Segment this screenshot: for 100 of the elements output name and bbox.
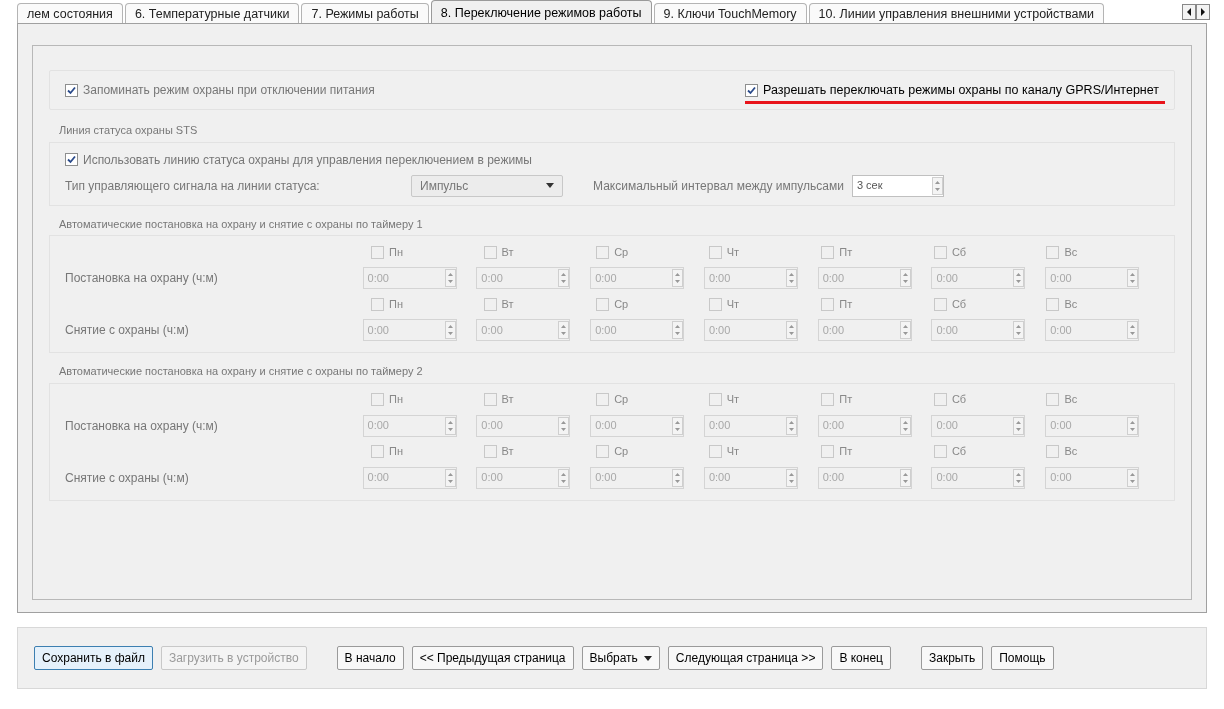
time-spinbox[interactable]: 0:00	[1045, 414, 1140, 437]
tab[interactable]: лем состояния	[17, 3, 123, 23]
time-spinbox[interactable]: 0:00	[931, 267, 1026, 289]
checkbox[interactable]	[933, 245, 947, 259]
spin-arrows-icon[interactable]	[672, 468, 684, 487]
time-spinbox[interactable]: 0:00	[931, 319, 1026, 341]
spin-arrows-icon[interactable]	[558, 416, 570, 435]
time-spinbox[interactable]: 0:00	[817, 414, 912, 437]
spin-arrows-icon[interactable]	[899, 269, 911, 287]
spin-arrows-icon[interactable]	[1013, 468, 1025, 487]
time-spinbox[interactable]: 0:00	[703, 319, 798, 341]
checkbox[interactable]	[821, 245, 835, 259]
time-spinbox[interactable]: 0:00	[362, 267, 457, 289]
spin-arrows-icon[interactable]	[785, 416, 797, 435]
spin-arrows-icon[interactable]	[1127, 416, 1139, 435]
checkbox[interactable]	[371, 297, 384, 311]
time-spinbox[interactable]: 0:00	[476, 466, 571, 489]
time-spinbox[interactable]: 0:00	[590, 319, 685, 341]
checkbox[interactable]	[65, 153, 78, 166]
spin-arrows-icon[interactable]	[899, 321, 911, 339]
action-button[interactable]: В начало	[336, 646, 404, 670]
spin-arrows-icon[interactable]	[899, 416, 911, 435]
time-spinbox[interactable]: 0:00	[362, 319, 457, 341]
time-spinbox[interactable]: 0:00	[362, 466, 457, 489]
spin-arrows-icon[interactable]	[785, 269, 797, 287]
checkbox[interactable]	[1046, 445, 1060, 458]
spin-arrows-icon[interactable]	[785, 321, 797, 339]
spin-arrows-icon[interactable]	[1013, 269, 1025, 287]
checkbox[interactable]	[1046, 245, 1060, 259]
checkbox[interactable]	[933, 445, 947, 458]
time-spinbox[interactable]: 0:00	[362, 414, 457, 437]
checkbox[interactable]	[596, 445, 610, 458]
time-spinbox[interactable]: 0:00	[476, 267, 571, 289]
spin-arrows-icon[interactable]	[558, 468, 570, 487]
checkbox[interactable]	[371, 445, 384, 458]
checkbox[interactable]	[483, 445, 497, 458]
checkbox[interactable]	[708, 245, 722, 259]
spin-arrows-icon[interactable]	[444, 468, 456, 487]
checkbox[interactable]	[821, 445, 835, 458]
tab-scroll-arrows-icon[interactable]	[1182, 4, 1210, 20]
spin-arrows-icon[interactable]	[444, 321, 456, 339]
action-button[interactable]: << Предыдущая страница	[411, 646, 574, 670]
time-spinbox[interactable]: 0:00	[476, 414, 571, 437]
checkbox[interactable]	[483, 245, 497, 259]
spin-arrows-icon[interactable]	[444, 269, 456, 287]
checkbox[interactable]	[1046, 297, 1060, 311]
tab[interactable]: 7. Режимы работы	[301, 3, 429, 23]
checkbox[interactable]	[708, 445, 722, 458]
checkbox[interactable]	[933, 393, 947, 406]
checkbox[interactable]	[745, 83, 758, 97]
time-spinbox[interactable]: 0:00	[1045, 319, 1140, 341]
action-button[interactable]: Помощь	[991, 646, 1054, 670]
checkbox[interactable]	[596, 297, 610, 311]
time-spinbox[interactable]: 0:00	[590, 267, 685, 289]
time-spinbox[interactable]: 0:00	[931, 466, 1026, 489]
spin-arrows-icon[interactable]	[1127, 468, 1139, 487]
spin-arrows-icon[interactable]	[1013, 416, 1025, 435]
action-button[interactable]: Закрыть	[920, 646, 984, 670]
tab[interactable]: 8. Переключение режимов работы	[430, 0, 652, 23]
time-spinbox[interactable]: 0:00	[817, 319, 912, 341]
spin-arrows-icon[interactable]	[672, 321, 684, 339]
spin-arrows-icon[interactable]	[672, 416, 684, 435]
time-spinbox[interactable]: 0:00	[476, 319, 571, 341]
tab[interactable]: 9. Ключи TouchMemory	[653, 3, 807, 23]
spin-arrows-icon[interactable]	[931, 176, 943, 195]
checkbox[interactable]	[596, 245, 610, 259]
checkbox[interactable]	[371, 245, 384, 259]
spin-arrows-icon[interactable]	[1127, 269, 1139, 287]
spin-arrows-icon[interactable]	[444, 416, 456, 435]
time-spinbox[interactable]: 0:00	[817, 466, 912, 489]
signal-type-dropdown[interactable]: Импульс	[411, 174, 563, 197]
action-button[interactable]: Сохранить в файл	[34, 646, 153, 670]
checkbox[interactable]	[596, 393, 610, 406]
checkbox[interactable]	[65, 83, 78, 97]
time-spinbox[interactable]: 0:00	[590, 466, 685, 489]
time-spinbox[interactable]: 0:00	[931, 414, 1026, 437]
time-spinbox[interactable]: 0:00	[703, 466, 798, 489]
action-button[interactable]: Следующая страница >>	[667, 646, 824, 670]
tab[interactable]: 6. Температурные датчики	[124, 3, 300, 23]
checkbox[interactable]	[708, 393, 722, 406]
checkbox[interactable]	[1046, 393, 1060, 406]
spin-arrows-icon[interactable]	[899, 468, 911, 487]
time-spinbox[interactable]: 0:00	[590, 414, 685, 437]
checkbox[interactable]	[483, 393, 497, 406]
spin-arrows-icon[interactable]	[558, 321, 570, 339]
action-button[interactable]: Выбрать	[581, 646, 660, 670]
time-spinbox[interactable]: 3 сек	[851, 174, 944, 197]
spin-arrows-icon[interactable]	[1127, 321, 1139, 339]
checkbox[interactable]	[933, 297, 947, 311]
spin-arrows-icon[interactable]	[785, 468, 797, 487]
tab[interactable]: 10. Линии управления внешними устройствами	[808, 3, 1105, 23]
time-spinbox[interactable]: 0:00	[1045, 466, 1140, 489]
time-spinbox[interactable]: 0:00	[1045, 267, 1140, 289]
time-spinbox[interactable]: 0:00	[703, 267, 798, 289]
checkbox[interactable]	[371, 393, 384, 406]
time-spinbox[interactable]: 0:00	[703, 414, 798, 437]
time-spinbox[interactable]: 0:00	[817, 267, 912, 289]
checkbox[interactable]	[708, 297, 722, 311]
checkbox[interactable]	[483, 297, 497, 311]
spin-arrows-icon[interactable]	[672, 269, 684, 287]
